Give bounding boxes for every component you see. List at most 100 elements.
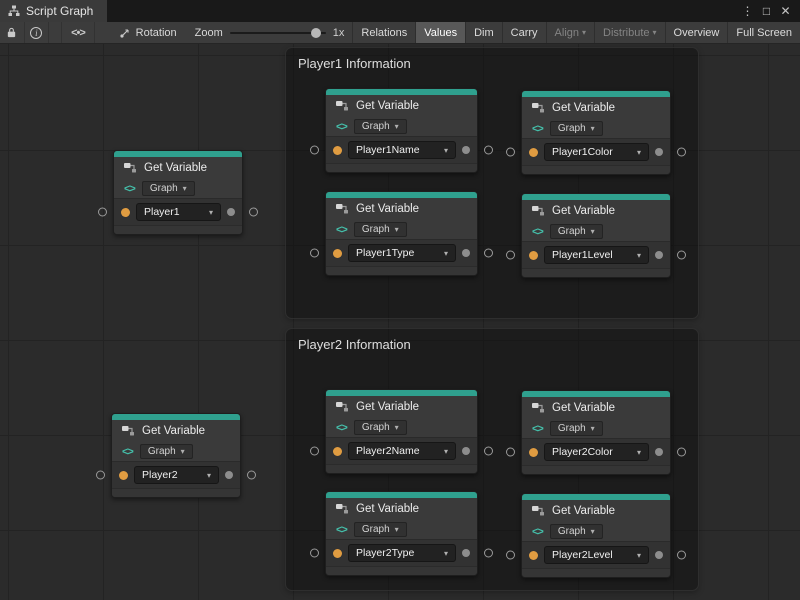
node-get-variable-player1level[interactable]: Get Variable <> Graph ▾ Player1Level ▾ xyxy=(521,193,671,278)
name-port[interactable] xyxy=(119,471,128,480)
name-port[interactable] xyxy=(529,551,538,560)
node-get-variable-player1[interactable]: Get Variable <> Graph ▾ Player1 ▾ xyxy=(113,150,243,235)
zoom-slider-knob[interactable] xyxy=(311,28,321,38)
info-button[interactable]: i xyxy=(25,22,50,43)
node-header: Get Variable xyxy=(326,396,477,418)
name-port[interactable] xyxy=(529,148,538,157)
kind-dropdown[interactable]: Graph ▾ xyxy=(354,222,407,237)
toolbar-buttons: RelationsValuesDimCarryAlign▾Distribute▾… xyxy=(352,22,800,43)
toolbar-button-relations[interactable]: Relations xyxy=(352,22,415,43)
graph-scope-icon: <> xyxy=(336,121,347,133)
fallback-port[interactable] xyxy=(462,146,470,154)
toolbar-button-full-screen[interactable]: Full Screen xyxy=(727,22,800,43)
input-port[interactable] xyxy=(310,249,319,258)
toolbar-button-carry[interactable]: Carry xyxy=(502,22,546,43)
variable-dropdown[interactable]: Player2 ▾ xyxy=(134,466,219,484)
value-output-port[interactable] xyxy=(484,146,493,155)
node-get-variable-player2name[interactable]: Get Variable <> Graph ▾ Player2Name ▾ xyxy=(325,389,478,474)
input-port[interactable] xyxy=(310,146,319,155)
variable-dropdown[interactable]: Player1Type ▾ xyxy=(348,244,456,262)
variable-dropdown[interactable]: Player1Color ▾ xyxy=(544,143,649,161)
maximize-button[interactable]: □ xyxy=(758,1,775,21)
input-port[interactable] xyxy=(98,208,107,217)
input-port[interactable] xyxy=(506,448,515,457)
kind-dropdown[interactable]: Graph ▾ xyxy=(550,421,603,436)
input-port[interactable] xyxy=(506,148,515,157)
value-output-port[interactable] xyxy=(677,148,686,157)
value-output-port[interactable] xyxy=(484,447,493,456)
node-footer xyxy=(522,268,670,277)
kind-dropdown[interactable]: Graph ▾ xyxy=(142,181,195,196)
toolbar-button-overview[interactable]: Overview xyxy=(665,22,728,43)
toolbar-button-dim[interactable]: Dim xyxy=(465,22,502,43)
variable-dropdown-label: Player2Name xyxy=(356,445,420,457)
fallback-port[interactable] xyxy=(462,549,470,557)
kind-dropdown-label: Graph xyxy=(362,422,390,433)
value-output-port[interactable] xyxy=(484,549,493,558)
value-output-port[interactable] xyxy=(249,208,258,217)
variable-dropdown[interactable]: Player1Name ▾ xyxy=(348,141,456,159)
input-port[interactable] xyxy=(96,471,105,480)
fallback-port[interactable] xyxy=(655,551,663,559)
input-port[interactable] xyxy=(506,251,515,260)
kind-dropdown[interactable]: Graph ▾ xyxy=(550,224,603,239)
node-get-variable-player2color[interactable]: Get Variable <> Graph ▾ Player2Color ▾ xyxy=(521,390,671,475)
node-title: Get Variable xyxy=(356,203,419,215)
rotation-control[interactable]: Rotation xyxy=(109,22,187,43)
fallback-port[interactable] xyxy=(655,148,663,156)
variable-dropdown[interactable]: Player1Level ▾ xyxy=(544,246,649,264)
kind-dropdown[interactable]: Graph ▾ xyxy=(140,444,193,459)
graph-canvas[interactable]: Player1 InformationPlayer2 Information G… xyxy=(0,44,800,600)
value-output-port[interactable] xyxy=(677,551,686,560)
name-port[interactable] xyxy=(529,448,538,457)
fallback-port[interactable] xyxy=(227,208,235,216)
variable-dropdown[interactable]: Player2Type ▾ xyxy=(348,544,456,562)
lock-button[interactable] xyxy=(0,22,25,43)
variable-dropdown[interactable]: Player2Color ▾ xyxy=(544,443,649,461)
node-get-variable-player1color[interactable]: Get Variable <> Graph ▾ Player1Color ▾ xyxy=(521,90,671,175)
variable-unit-icon xyxy=(531,204,545,218)
fallback-port[interactable] xyxy=(225,471,233,479)
caret-down-icon: ▾ xyxy=(395,423,399,432)
value-output-port[interactable] xyxy=(677,448,686,457)
value-output-port[interactable] xyxy=(677,251,686,260)
zoom-slider[interactable] xyxy=(230,32,326,34)
node-get-variable-player2[interactable]: Get Variable <> Graph ▾ Player2 ▾ xyxy=(111,413,241,498)
button-label: Distribute xyxy=(603,27,649,39)
name-port[interactable] xyxy=(333,549,342,558)
name-port[interactable] xyxy=(333,447,342,456)
node-get-variable-player2type[interactable]: Get Variable <> Graph ▾ Player2Type ▾ xyxy=(325,491,478,576)
kind-dropdown[interactable]: Graph ▾ xyxy=(354,522,407,537)
toolbar-button-values[interactable]: Values xyxy=(415,22,465,43)
node-get-variable-player1type[interactable]: Get Variable <> Graph ▾ Player1Type ▾ xyxy=(325,191,478,276)
value-output-port[interactable] xyxy=(247,471,256,480)
node-header: Get Variable xyxy=(522,97,670,119)
kind-dropdown[interactable]: Graph ▾ xyxy=(550,524,603,539)
value-output-port[interactable] xyxy=(484,249,493,258)
name-port[interactable] xyxy=(333,249,342,258)
kind-dropdown[interactable]: Graph ▾ xyxy=(354,420,407,435)
tab-script-graph[interactable]: Script Graph xyxy=(0,0,107,22)
close-button[interactable]: ✕ xyxy=(777,1,794,21)
variable-dropdown[interactable]: Player1 ▾ xyxy=(136,203,221,221)
name-port[interactable] xyxy=(529,251,538,260)
fallback-port[interactable] xyxy=(655,251,663,259)
fallback-port[interactable] xyxy=(655,448,663,456)
node-get-variable-player2level[interactable]: Get Variable <> Graph ▾ Player2Level ▾ xyxy=(521,493,671,578)
node-ports-row: Player1Name ▾ xyxy=(326,136,477,163)
variable-dropdown[interactable]: Player2Name ▾ xyxy=(348,442,456,460)
fallback-port[interactable] xyxy=(462,249,470,257)
toolbar-button-distribute: Distribute▾ xyxy=(594,22,664,43)
name-port[interactable] xyxy=(333,146,342,155)
input-port[interactable] xyxy=(310,549,319,558)
kind-dropdown[interactable]: Graph ▾ xyxy=(354,119,407,134)
variable-dropdown[interactable]: Player2Level ▾ xyxy=(544,546,649,564)
name-port[interactable] xyxy=(121,208,130,217)
menu-button[interactable]: ⋮ xyxy=(739,1,756,21)
kind-dropdown[interactable]: Graph ▾ xyxy=(550,121,603,136)
input-port[interactable] xyxy=(506,551,515,560)
input-port[interactable] xyxy=(310,447,319,456)
code-toggle-button[interactable]: <•> xyxy=(61,22,94,43)
fallback-port[interactable] xyxy=(462,447,470,455)
node-get-variable-player1name[interactable]: Get Variable <> Graph ▾ Player1Name ▾ xyxy=(325,88,478,173)
